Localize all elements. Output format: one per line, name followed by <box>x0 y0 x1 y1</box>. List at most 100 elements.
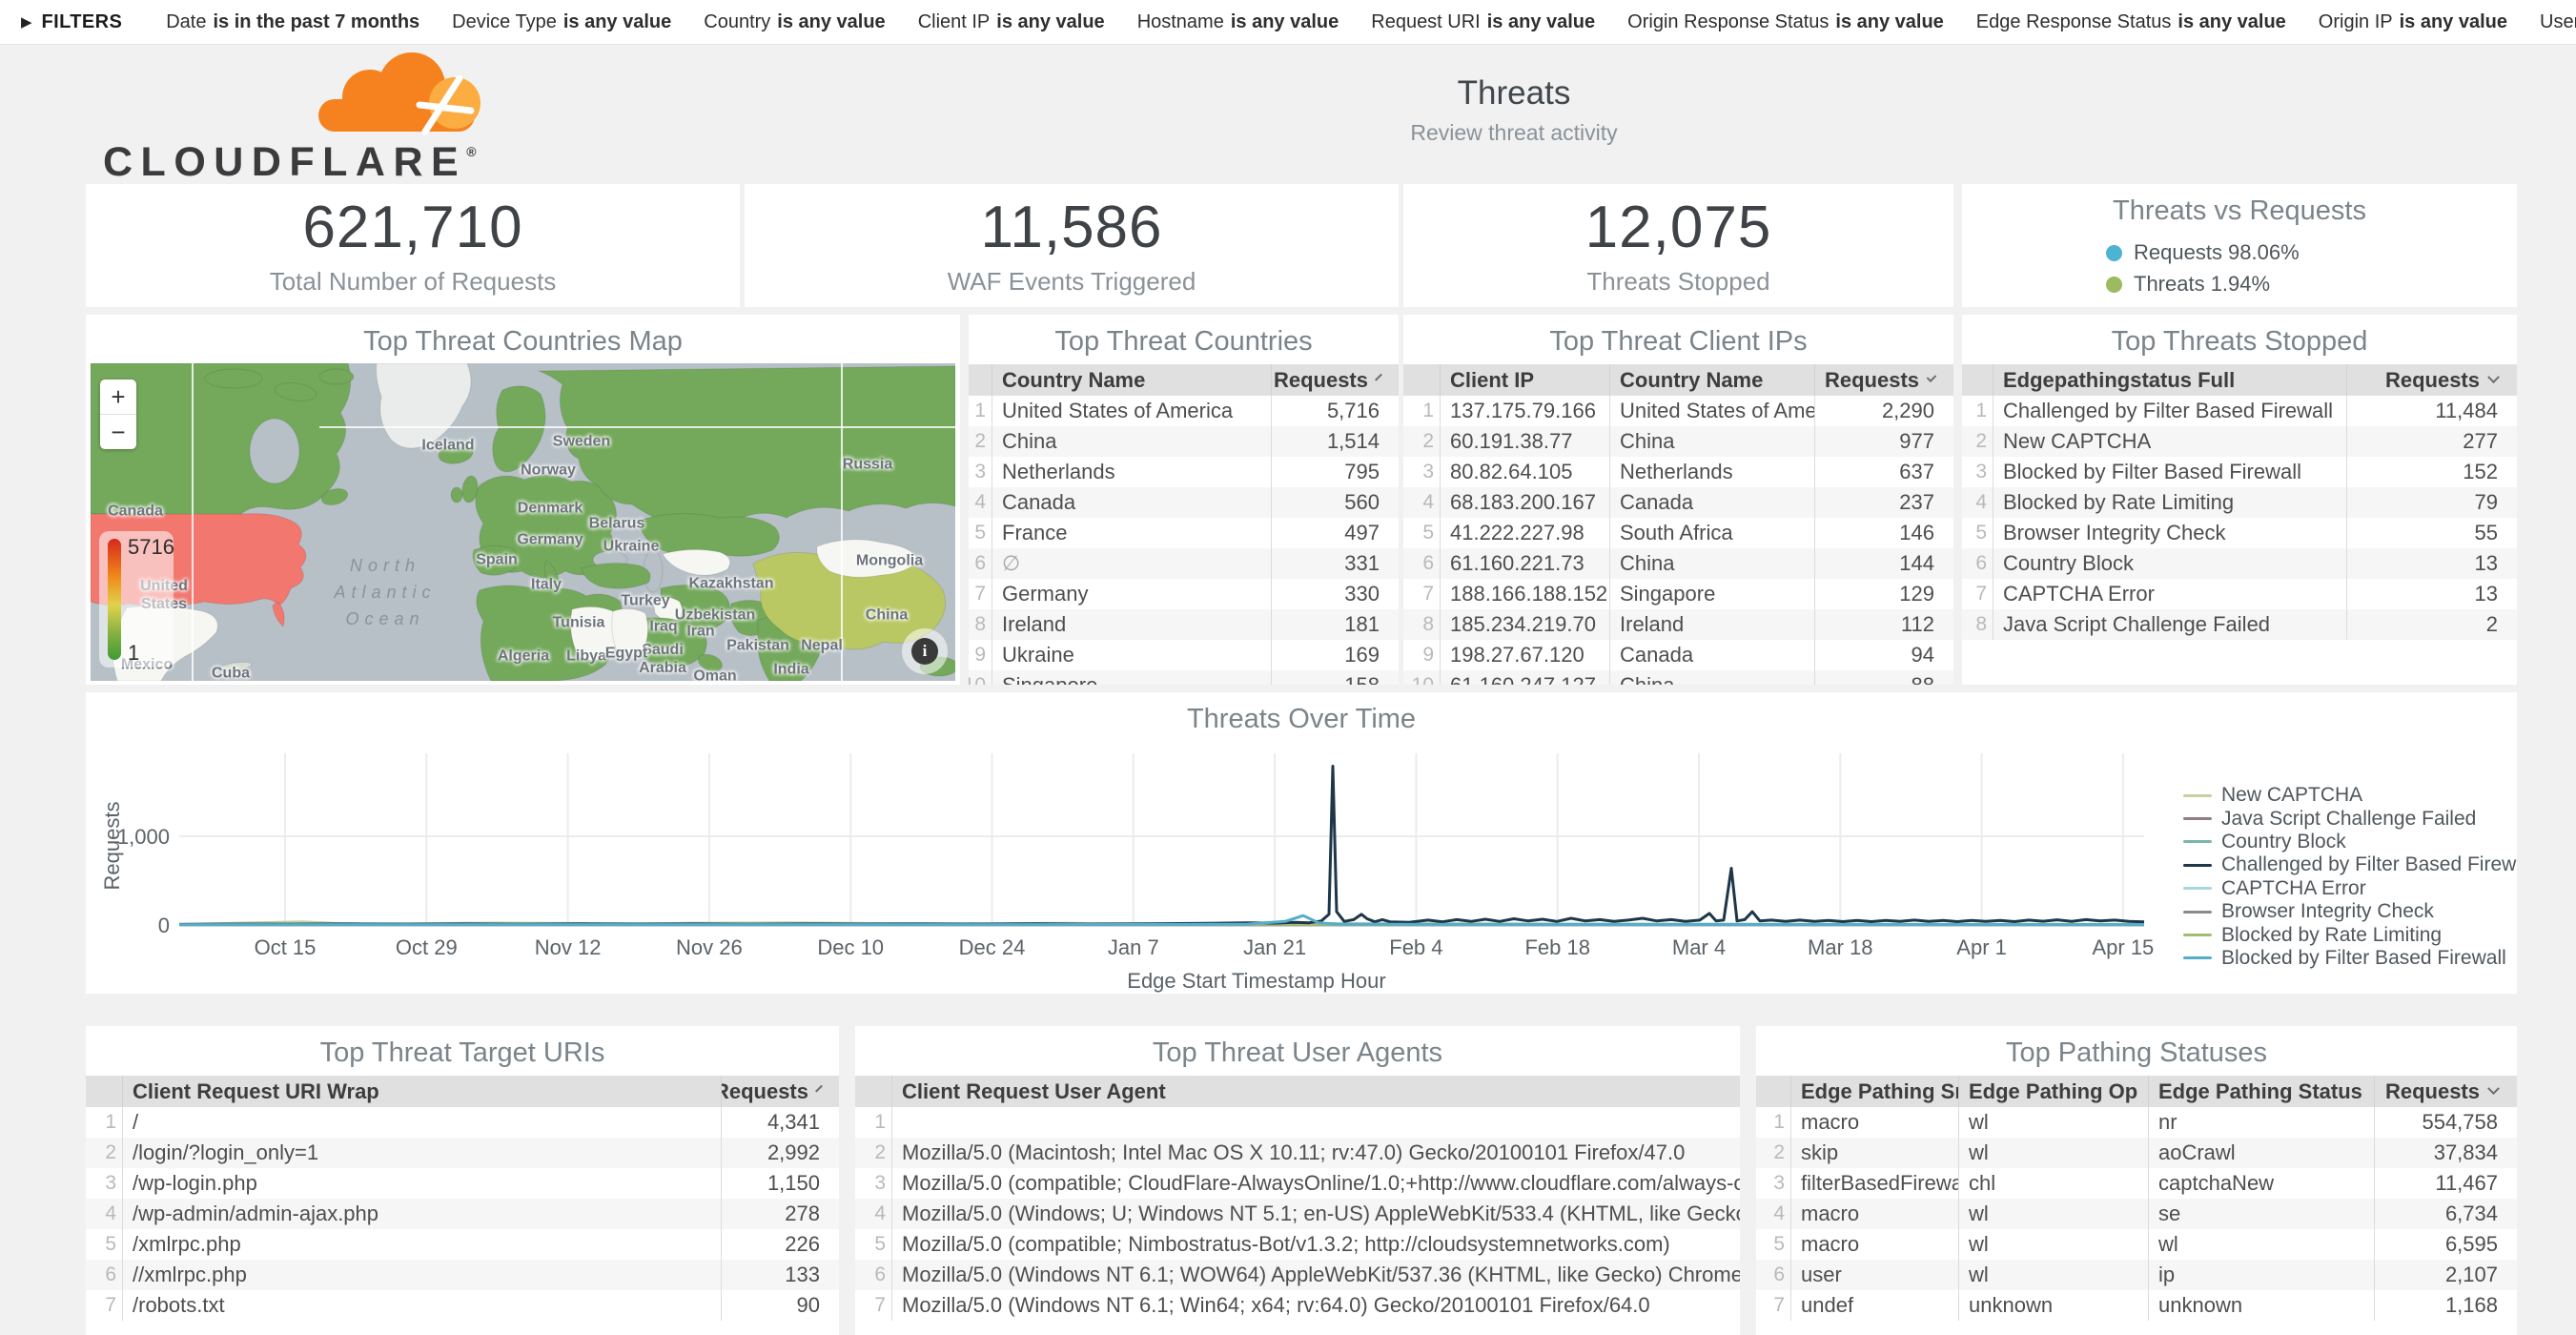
filters-toggle[interactable]: ▶ FILTERS <box>21 11 122 33</box>
table-cell[interactable]: wl <box>1958 1138 2148 1168</box>
table-row[interactable]: 7Germany330 <box>969 579 1399 609</box>
chart-legend-item[interactable]: Blocked by Rate Limiting <box>2183 923 2517 946</box>
table-row[interactable]: 5Mozilla/5.0 (compatible; Nimbostratus-B… <box>855 1229 1740 1260</box>
table-cell[interactable] <box>891 1107 1740 1138</box>
legend-item[interactable]: Threats 1.94% <box>2106 272 2373 297</box>
map-info-button[interactable]: i <box>902 628 948 674</box>
table-cell[interactable]: Browser Integrity Check <box>1993 518 2346 548</box>
table-row[interactable]: 2/login/?login_only=12,992 <box>86 1138 839 1168</box>
table-row[interactable]: 260.191.38.77China977 <box>1403 426 1953 457</box>
table-cell[interactable]: macro <box>1790 1199 1958 1229</box>
table-cell[interactable]: 331 <box>1271 548 1399 579</box>
table-cell[interactable]: 1,514 <box>1271 426 1399 457</box>
table-row[interactable]: 2skipwlaoCrawl37,834 <box>1756 1138 2517 1168</box>
table-cell[interactable]: 80.82.64.105 <box>1440 457 1609 487</box>
chart-legend-item[interactable]: Blocked by Filter Based Firewall <box>2183 947 2517 970</box>
table-cell[interactable]: wl <box>2148 1229 2374 1260</box>
chart-legend-item[interactable]: Challenged by Filter Based Firewall <box>2183 853 2517 876</box>
table-cell[interactable]: 237 <box>1814 487 1953 518</box>
table-cell[interactable]: 158 <box>1271 670 1399 685</box>
table-cell[interactable]: 169 <box>1271 640 1399 670</box>
map-zoom-in-button[interactable]: + <box>100 380 136 414</box>
table-cell[interactable]: Mozilla/5.0 (compatible; CloudFlare-Alwa… <box>891 1168 1740 1199</box>
table-cell[interactable]: Mozilla/5.0 (Macintosh; Intel Mac OS X 1… <box>891 1138 1740 1168</box>
table-cell[interactable]: 94 <box>1814 640 1953 670</box>
filter-item[interactable]: Dateis in the past 7 months <box>166 11 419 33</box>
table-cell[interactable]: 146 <box>1814 518 1953 548</box>
table-cell[interactable]: Ukraine <box>992 640 1271 670</box>
table-cell[interactable]: 2,290 <box>1814 396 1953 426</box>
filter-item[interactable]: Client IPis any value <box>918 11 1105 33</box>
table-cell[interactable]: 61.160.247.127 <box>1440 670 1609 685</box>
column-header[interactable]: Requests <box>1271 364 1399 396</box>
table-cell[interactable]: Country Block <box>1993 548 2346 579</box>
table-cell[interactable]: Mozilla/5.0 (Windows; U; Windows NT 5.1;… <box>891 1199 1740 1229</box>
column-header[interactable]: Requests <box>1814 364 1953 396</box>
table-cell[interactable]: ip <box>2148 1260 2374 1290</box>
filter-item[interactable]: Origin Response Statusis any value <box>1627 11 1944 33</box>
table-cell[interactable]: 198.27.67.120 <box>1440 640 1609 670</box>
table-cell[interactable]: 560 <box>1271 487 1399 518</box>
table-cell[interactable]: /login/?login_only=1 <box>122 1138 721 1168</box>
map-canvas[interactable]: CanadaUnited StatesMexicoCubaIcelandSwed… <box>91 363 955 681</box>
table-cell[interactable]: 13 <box>2346 548 2517 579</box>
table-cell[interactable]: United States of America <box>992 396 1271 426</box>
table-cell[interactable]: 5,716 <box>1271 396 1399 426</box>
table-row[interactable]: 1Challenged by Filter Based Firewall11,4… <box>1962 396 2517 426</box>
table-cell[interactable]: 4,341 <box>721 1107 839 1138</box>
table-cell[interactable]: 188.166.188.152 <box>1440 579 1609 609</box>
chart-legend-item[interactable]: Country Block <box>2183 831 2517 853</box>
table-cell[interactable]: 112 <box>1814 609 1953 640</box>
table-cell[interactable]: wl <box>1958 1199 2148 1229</box>
table-cell[interactable]: 226 <box>721 1229 839 1260</box>
table-cell[interactable]: Canada <box>1609 640 1814 670</box>
table-row[interactable]: 4/wp-admin/admin-ajax.php278 <box>86 1199 839 1229</box>
map-zoom-out-button[interactable]: − <box>100 415 136 449</box>
table-cell[interactable]: Netherlands <box>992 457 1271 487</box>
table-cell[interactable]: Ireland <box>1609 609 1814 640</box>
table-row[interactable]: 9Ukraine169 <box>969 640 1399 670</box>
table-cell[interactable]: 90 <box>721 1290 839 1321</box>
table-row[interactable]: 6//xmlrpc.php133 <box>86 1260 839 1290</box>
table-cell[interactable]: Blocked by Rate Limiting <box>1993 487 2346 518</box>
table-cell[interactable]: 37,834 <box>2374 1138 2517 1168</box>
filter-item[interactable]: User Agentis any value <box>2540 11 2576 33</box>
table-cell[interactable]: South Africa <box>1609 518 1814 548</box>
table-cell[interactable]: 497 <box>1271 518 1399 548</box>
filter-item[interactable]: Hostnameis any value <box>1137 11 1339 33</box>
table-cell[interactable]: macro <box>1790 1107 1958 1138</box>
table-row[interactable]: 7188.166.188.152Singapore129 <box>1403 579 1953 609</box>
table-cell[interactable]: Java Script Challenge Failed <box>1993 609 2346 640</box>
table-cell[interactable]: macro <box>1790 1229 1958 1260</box>
table-cell[interactable]: unknown <box>1958 1290 2148 1321</box>
table-cell[interactable]: Netherlands <box>1609 457 1814 487</box>
table-cell[interactable]: unknown <box>2148 1290 2374 1321</box>
table-row[interactable]: 10Singapore158 <box>969 670 1399 685</box>
table-cell[interactable]: 2,992 <box>721 1138 839 1168</box>
table-cell[interactable]: /xmlrpc.php <box>122 1229 721 1260</box>
table-row[interactable]: 7undefunknownunknown1,168 <box>1756 1290 2517 1321</box>
table-cell[interactable]: Mozilla/5.0 (Windows NT 6.1; WOW64) Appl… <box>891 1260 1740 1290</box>
table-row[interactable]: 3Mozilla/5.0 (compatible; CloudFlare-Alw… <box>855 1168 1740 1199</box>
table-row[interactable]: 4Canada560 <box>969 487 1399 518</box>
table-cell[interactable]: wl <box>1958 1260 2148 1290</box>
table-cell[interactable]: Canada <box>1609 487 1814 518</box>
table-cell[interactable]: United States of America <box>1609 396 1814 426</box>
table-row[interactable]: 8185.234.219.70Ireland112 <box>1403 609 1953 640</box>
table-cell[interactable]: 795 <box>1271 457 1399 487</box>
table-row[interactable]: 661.160.221.73China144 <box>1403 548 1953 579</box>
table-cell[interactable]: Ireland <box>992 609 1271 640</box>
table-cell[interactable]: China <box>992 426 1271 457</box>
table-row[interactable]: 468.183.200.167Canada237 <box>1403 487 1953 518</box>
column-header[interactable]: Client Request User Agent <box>891 1076 1740 1107</box>
table-row[interactable]: 6Country Block13 <box>1962 548 2517 579</box>
table-cell[interactable]: 61.160.221.73 <box>1440 548 1609 579</box>
table-row[interactable]: 2New CAPTCHA277 <box>1962 426 2517 457</box>
table-row[interactable]: 8Java Script Challenge Failed2 <box>1962 609 2517 640</box>
table-cell[interactable]: Germany <box>992 579 1271 609</box>
table-row[interactable]: 2China1,514 <box>969 426 1399 457</box>
table-cell[interactable]: //xmlrpc.php <box>122 1260 721 1290</box>
table-row[interactable]: 3filterBasedFirewallchlcaptchaNew11,467 <box>1756 1168 2517 1199</box>
table-cell[interactable]: captchaNew <box>2148 1168 2374 1199</box>
table-row[interactable]: 1061.160.247.127China88 <box>1403 670 1953 685</box>
